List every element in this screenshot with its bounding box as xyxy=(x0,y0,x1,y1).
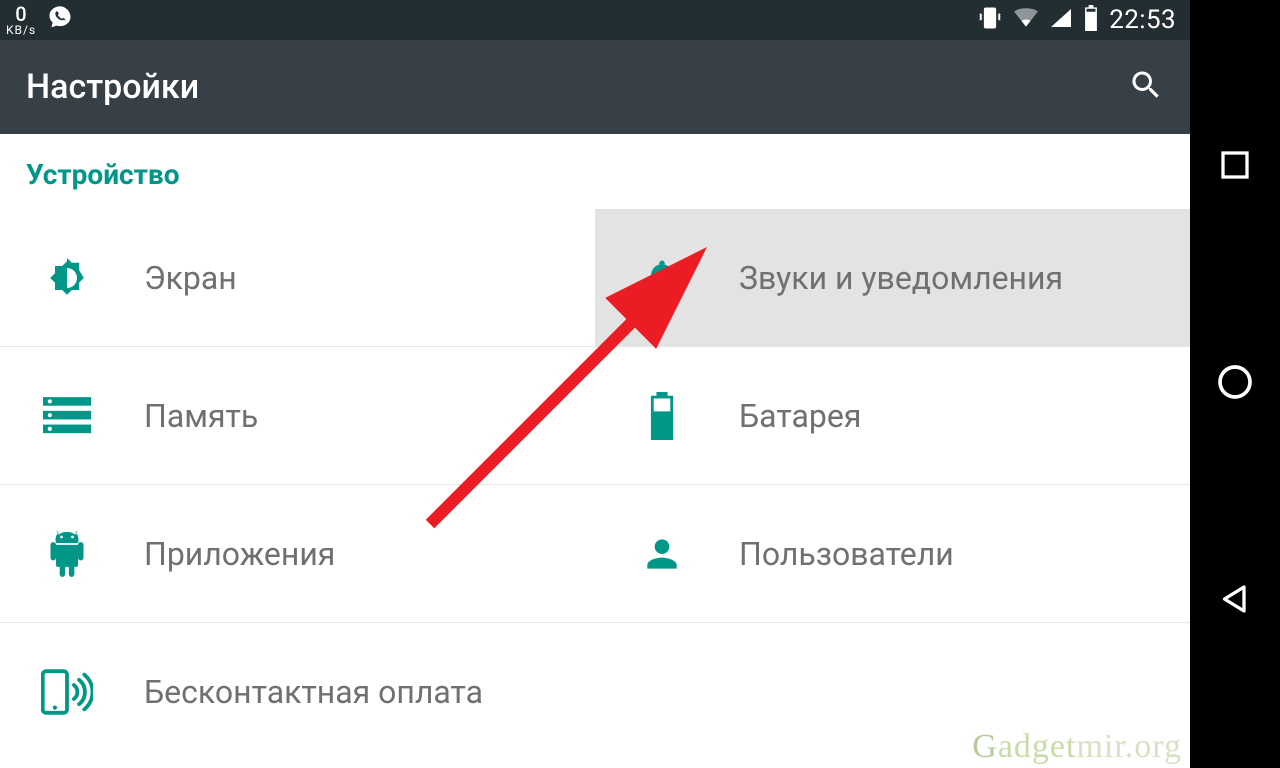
speed-value: 0 xyxy=(15,4,27,24)
settings-content: Устройство Экран Звуки и уведомления Пам… xyxy=(0,134,1190,768)
watermark: Gadgetmir.org xyxy=(972,728,1182,766)
settings-item-label: Звуки и уведомления xyxy=(739,259,1063,297)
back-button[interactable] xyxy=(1217,581,1253,621)
brightness-icon xyxy=(38,254,96,302)
settings-item-memory[interactable]: Память xyxy=(0,347,595,485)
page-title: Настройки xyxy=(26,67,1128,107)
settings-item-battery[interactable]: Батарея xyxy=(595,347,1190,485)
settings-item-nfc-payment[interactable]: Бесконтактная оплата xyxy=(0,623,595,761)
app-header: Настройки xyxy=(0,40,1190,134)
settings-item-users[interactable]: Пользователи xyxy=(595,485,1190,623)
android-icon xyxy=(38,530,96,578)
tap-and-pay-icon xyxy=(38,668,96,716)
vibrate-icon xyxy=(977,5,1003,36)
settings-item-label: Бесконтактная оплата xyxy=(144,673,483,711)
signal-icon xyxy=(1049,7,1073,34)
home-button[interactable] xyxy=(1215,362,1255,406)
settings-item-label: Память xyxy=(144,397,258,435)
settings-grid: Экран Звуки и уведомления Память Батарея xyxy=(0,209,1190,761)
battery-icon xyxy=(633,392,691,440)
memory-icon xyxy=(38,396,96,436)
system-nav-bar xyxy=(1190,0,1280,768)
network-speed-indicator: 0 KB/s xyxy=(6,4,36,36)
viber-icon xyxy=(46,4,74,37)
settings-item-label: Батарея xyxy=(739,397,861,435)
speed-unit: KB/s xyxy=(6,24,36,36)
settings-item-sound[interactable]: Звуки и уведомления xyxy=(595,209,1190,347)
battery-icon xyxy=(1083,5,1099,36)
settings-item-label: Пользователи xyxy=(739,535,954,573)
settings-item-display[interactable]: Экран xyxy=(0,209,595,347)
settings-item-label: Приложения xyxy=(144,535,335,573)
settings-item-apps[interactable]: Приложения xyxy=(0,485,595,623)
section-title-device: Устройство xyxy=(0,134,1190,209)
recent-apps-button[interactable] xyxy=(1217,147,1253,187)
wifi-icon xyxy=(1013,7,1039,34)
bell-icon xyxy=(633,256,691,300)
search-icon[interactable] xyxy=(1128,67,1164,107)
clock: 22:53 xyxy=(1109,5,1176,35)
person-icon xyxy=(633,532,691,576)
status-bar: 0 KB/s 22:53 xyxy=(0,0,1190,40)
settings-item-label: Экран xyxy=(144,259,237,297)
